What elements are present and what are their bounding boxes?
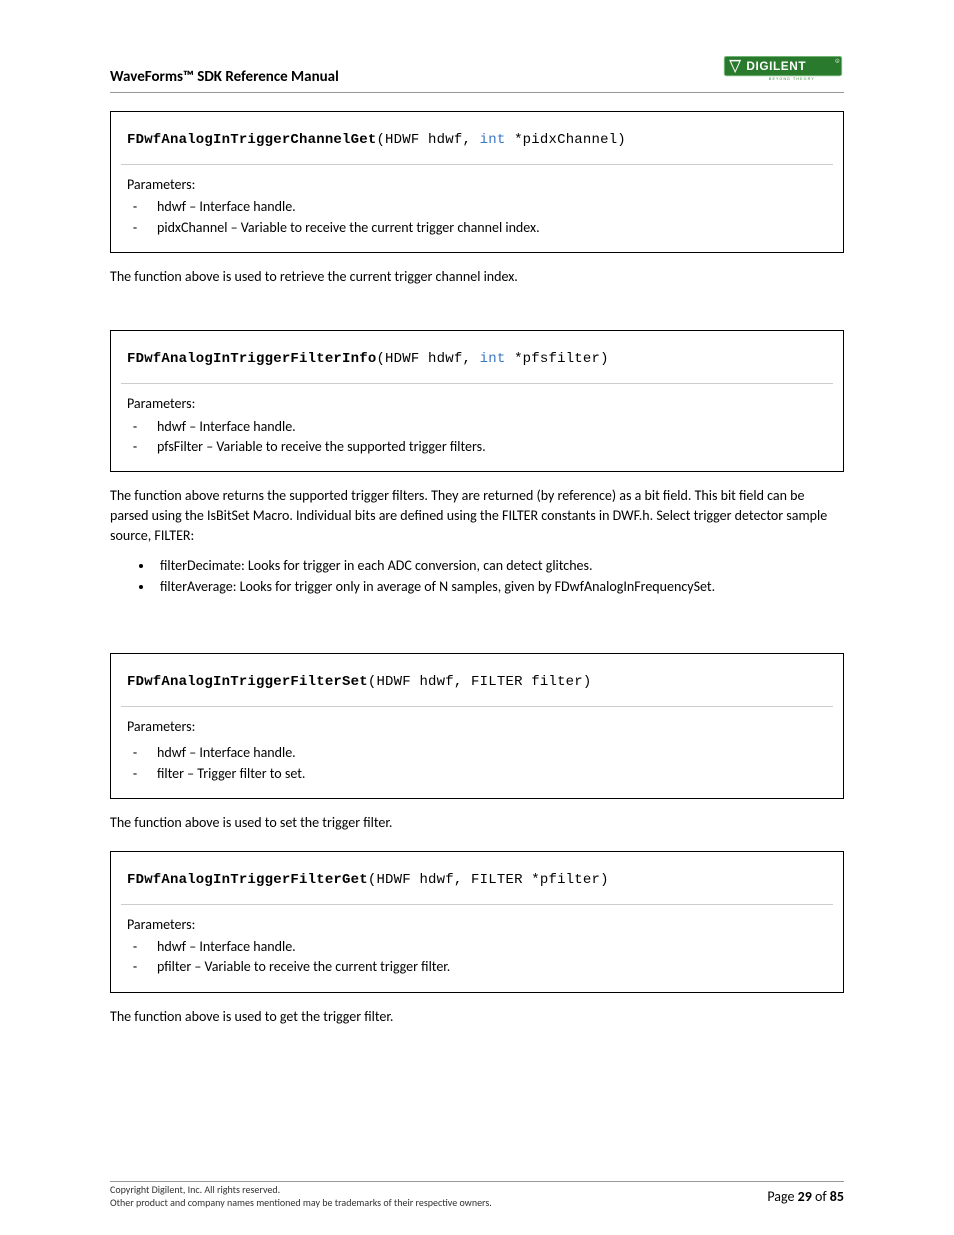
bullet-list: filterDecimate: Looks for trigger in eac… bbox=[110, 555, 844, 597]
parameters-block: Parameters: -hdwf – Interface handle. -p… bbox=[111, 905, 843, 992]
parameter-text: pfilter – Variable to receive the curren… bbox=[157, 957, 450, 977]
page-footer: Copyright Digilent, Inc. All rights rese… bbox=[110, 1181, 844, 1209]
dash-icon: - bbox=[131, 417, 139, 437]
function-name: FDwfAnalogInTriggerChannelGet bbox=[127, 132, 376, 148]
svg-text:BEYOND THEORY: BEYOND THEORY bbox=[769, 77, 815, 81]
function-signature: FDwfAnalogInTriggerFilterGet(HDWF hdwf, … bbox=[111, 852, 843, 904]
parameter-text: filter – Trigger filter to set. bbox=[157, 764, 305, 784]
page-total: 85 bbox=[830, 1188, 844, 1205]
page-header: WaveForms™ SDK Reference Manual DIGILENT… bbox=[110, 56, 844, 93]
body-text: The function above is used to set the tr… bbox=[110, 813, 844, 833]
copyright-text: Copyright Digilent, Inc. All rights rese… bbox=[110, 1184, 492, 1197]
sig-part: (HDWF hdwf, bbox=[376, 351, 479, 367]
parameter-text: hdwf – Interface handle. bbox=[157, 417, 296, 437]
keyword-int: int bbox=[480, 132, 506, 148]
parameter-text: hdwf – Interface handle. bbox=[157, 937, 296, 957]
parameters-label: Parameters: bbox=[127, 394, 827, 414]
list-item: filterDecimate: Looks for trigger in eac… bbox=[154, 555, 844, 576]
header-title: WaveForms™ SDK Reference Manual bbox=[110, 68, 339, 86]
dash-icon: - bbox=[131, 197, 139, 217]
digilent-logo: DIGILENT R BEYOND THEORY bbox=[722, 56, 844, 86]
function-name: FDwfAnalogInTriggerFilterSet bbox=[127, 674, 368, 690]
list-item: filterAverage: Looks for trigger only in… bbox=[154, 576, 844, 597]
trademark-text: Other product and company names mentione… bbox=[110, 1197, 492, 1210]
parameters-block: Parameters: -hdwf – Interface handle. -p… bbox=[111, 165, 843, 252]
dash-icon: - bbox=[131, 218, 139, 238]
function-name: FDwfAnalogInTriggerFilterInfo bbox=[127, 351, 376, 367]
function-box: FDwfAnalogInTriggerChannelGet(HDWF hdwf,… bbox=[110, 111, 844, 253]
function-signature: FDwfAnalogInTriggerFilterInfo(HDWF hdwf,… bbox=[111, 331, 843, 383]
parameter-text: pidxChannel – Variable to receive the cu… bbox=[157, 218, 540, 238]
parameters-label: Parameters: bbox=[127, 175, 827, 195]
body-text: The function above is used to get the tr… bbox=[110, 1007, 844, 1027]
svg-text:DIGILENT: DIGILENT bbox=[746, 59, 806, 73]
function-box: FDwfAnalogInTriggerFilterGet(HDWF hdwf, … bbox=[110, 851, 844, 993]
function-signature: FDwfAnalogInTriggerChannelGet(HDWF hdwf,… bbox=[111, 112, 843, 164]
dash-icon: - bbox=[131, 957, 139, 977]
dash-icon: - bbox=[131, 764, 139, 784]
function-signature: FDwfAnalogInTriggerFilterSet(HDWF hdwf, … bbox=[111, 654, 843, 706]
sig-part: *pfsfilter) bbox=[505, 351, 608, 367]
function-box: FDwfAnalogInTriggerFilterSet(HDWF hdwf, … bbox=[110, 653, 844, 799]
keyword-int: int bbox=[480, 351, 506, 367]
page-number: Page 29 of 85 bbox=[767, 1184, 844, 1205]
page-label: Page bbox=[767, 1188, 797, 1205]
dash-icon: - bbox=[131, 437, 139, 457]
page-current: 29 bbox=[798, 1188, 812, 1205]
parameter-text: hdwf – Interface handle. bbox=[157, 743, 296, 763]
parameter-text: pfsFilter – Variable to receive the supp… bbox=[157, 437, 486, 457]
parameters-block: Parameters: -hdwf – Interface handle. -f… bbox=[111, 707, 843, 798]
dash-icon: - bbox=[131, 743, 139, 763]
body-text: The function above returns the supported… bbox=[110, 486, 844, 545]
sig-part: (HDWF hdwf, FILTER *pfilter) bbox=[368, 872, 609, 888]
sig-part: (HDWF hdwf, bbox=[376, 132, 479, 148]
page-of: of bbox=[812, 1188, 830, 1205]
parameters-label: Parameters: bbox=[127, 915, 827, 935]
sig-part: *pidxChannel) bbox=[505, 132, 625, 148]
dash-icon: - bbox=[131, 937, 139, 957]
parameter-text: hdwf – Interface handle. bbox=[157, 197, 296, 217]
parameters-label: Parameters: bbox=[127, 717, 827, 737]
body-text: The function above is used to retrieve t… bbox=[110, 267, 844, 287]
sig-part: (HDWF hdwf, FILTER filter) bbox=[368, 674, 592, 690]
parameters-block: Parameters: -hdwf – Interface handle. -p… bbox=[111, 384, 843, 471]
footer-left: Copyright Digilent, Inc. All rights rese… bbox=[110, 1184, 492, 1209]
function-box: FDwfAnalogInTriggerFilterInfo(HDWF hdwf,… bbox=[110, 330, 844, 472]
function-name: FDwfAnalogInTriggerFilterGet bbox=[127, 872, 368, 888]
